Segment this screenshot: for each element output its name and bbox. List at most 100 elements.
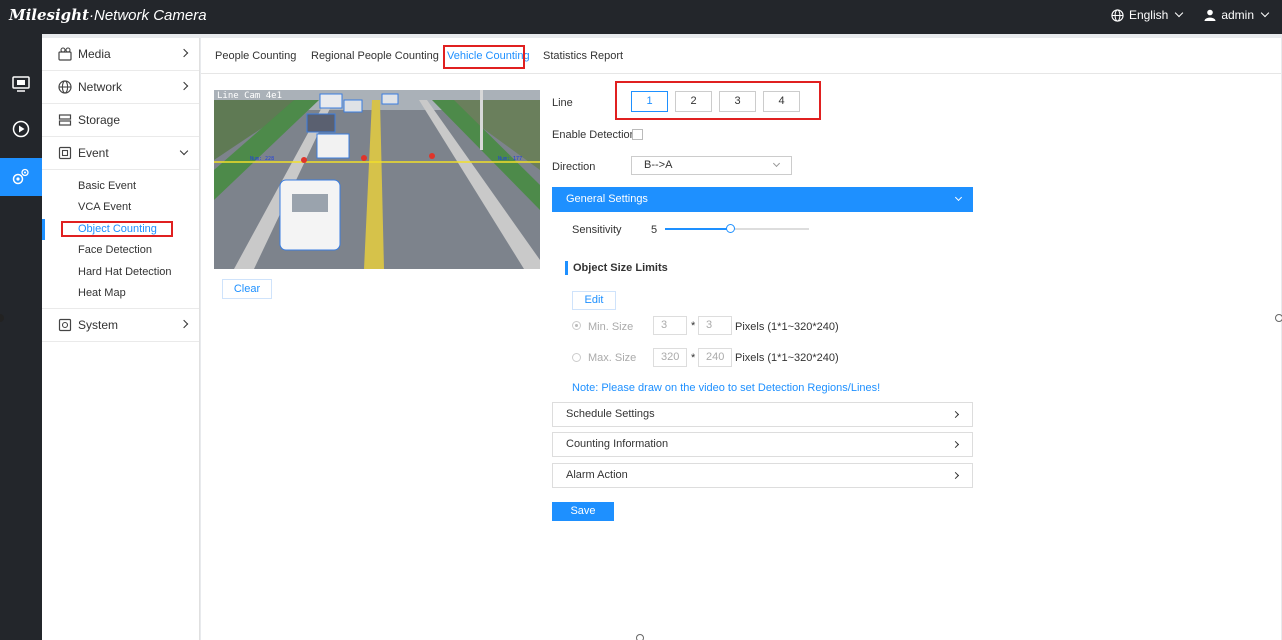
max-size-label: Max. Size [588, 352, 637, 364]
accordion-title: Alarm Action [566, 469, 628, 481]
alarm-action-panel[interactable]: Alarm Action [552, 463, 973, 488]
user-label: admin [1221, 8, 1254, 22]
submenu-item-object-counting[interactable]: Object Counting [42, 218, 199, 241]
line-button-3[interactable]: 3 [719, 91, 756, 112]
slider-fill [665, 228, 730, 230]
sensitivity-slider[interactable] [665, 224, 809, 233]
menu-label: Storage [78, 113, 121, 127]
sensitivity-value: 5 [651, 224, 658, 236]
direction-select[interactable]: B-->A [631, 156, 792, 175]
menu-label: Event [78, 146, 109, 160]
video-overlay-title: Line Cam 4e1 [217, 91, 283, 101]
media-icon [58, 47, 72, 61]
rail-settings[interactable] [0, 158, 42, 196]
top-bar: Milesight·Network Camera English admin [0, 0, 1282, 34]
draw-note: Note: Please draw on the video to set De… [572, 382, 881, 394]
menu-label: System [78, 318, 119, 333]
line-count-right: Num: 177 [498, 156, 523, 162]
accordion-title: Counting Information [566, 438, 669, 450]
edit-button[interactable]: Edit [572, 291, 616, 310]
event-icon [58, 146, 72, 160]
max-size-radio[interactable] [572, 353, 581, 362]
min-size-label: Min. Size [588, 321, 634, 333]
tab-regional-people-counting[interactable]: Regional People Counting [311, 50, 439, 62]
max-height-input[interactable]: 240 [698, 348, 732, 367]
chevron-down-icon [1260, 8, 1270, 18]
video-preview[interactable]: Line Cam 4e1 Num: 228 Num: 177 [214, 90, 540, 269]
menu-item-media[interactable]: Media [42, 38, 199, 71]
chevron-right-icon [951, 471, 960, 480]
line-button-4[interactable]: 4 [763, 91, 800, 112]
menu-item-event[interactable]: Event [42, 137, 199, 170]
storage-icon [58, 113, 72, 127]
chevron-down-icon [179, 146, 189, 156]
menu-item-network[interactable]: Network [42, 71, 199, 104]
chevron-right-icon [951, 440, 960, 449]
chevron-right-icon [179, 320, 189, 329]
general-settings-header[interactable]: General Settings [552, 187, 973, 212]
menu-item-system[interactable]: System [42, 309, 199, 343]
rail-playback[interactable] [0, 110, 42, 148]
line-button-1[interactable]: 1 [631, 91, 668, 112]
times-sign: * [691, 352, 696, 364]
clear-button[interactable]: Clear [222, 279, 272, 299]
times-sign: * [691, 320, 696, 332]
enable-detection-checkbox[interactable] [632, 129, 643, 140]
min-pixels-range: Pixels (1*1~320*240) [735, 321, 839, 333]
object-size-title: Object Size Limits [565, 261, 668, 275]
min-height-input[interactable]: 3 [698, 316, 732, 335]
menu-label: Network [78, 80, 123, 94]
direction-value: B-->A [644, 159, 673, 171]
line-count-left: Num: 228 [250, 156, 275, 162]
tab-statistics-report[interactable]: Statistics Report [543, 50, 623, 62]
schedule-settings-panel[interactable]: Schedule Settings [552, 402, 973, 427]
road-scene [214, 90, 540, 269]
globe-icon [1111, 8, 1124, 22]
chevron-right-icon [179, 81, 189, 91]
tab-bar: People Counting Regional People Counting… [201, 38, 1281, 74]
system-icon [58, 318, 72, 332]
settings-menu: Media Network Storage Event Basic Event … [42, 38, 200, 640]
event-submenu: Basic Event VCA Event Object Counting Fa… [42, 170, 199, 310]
highlight-box [443, 45, 525, 69]
rail-live-view[interactable] [0, 65, 42, 103]
menu-label: Media [78, 47, 111, 61]
playback-icon [12, 120, 30, 138]
line-label: Line [552, 97, 573, 109]
accordion-title: Schedule Settings [566, 408, 655, 420]
language-label: English [1128, 8, 1169, 22]
content-panel: People Counting Regional People Counting… [201, 38, 1281, 640]
icon-rail [0, 34, 42, 640]
user-menu[interactable]: admin [1204, 8, 1270, 22]
line-button-2[interactable]: 2 [675, 91, 712, 112]
brand-logo: Milesight [9, 6, 90, 24]
brand: Milesight·Network Camera [9, 6, 207, 24]
max-width-input[interactable]: 320 [653, 348, 687, 367]
submenu-item-vca-event[interactable]: VCA Event [42, 197, 199, 218]
language-selector[interactable]: English [1111, 8, 1184, 22]
general-settings-title: General Settings [566, 193, 648, 205]
min-size-radio[interactable] [572, 321, 581, 330]
submenu-item-basic-event[interactable]: Basic Event [42, 176, 199, 197]
resize-handle[interactable] [636, 634, 644, 640]
globe-icon [58, 80, 72, 94]
submenu-item-heat-map[interactable]: Heat Map [42, 283, 199, 304]
save-button[interactable]: Save [552, 502, 614, 521]
chevron-down-icon [1175, 8, 1184, 18]
resize-handle[interactable] [1275, 314, 1282, 322]
max-pixels-range: Pixels (1*1~320*240) [735, 352, 839, 364]
chevron-right-icon [951, 410, 960, 419]
counting-information-panel[interactable]: Counting Information [552, 432, 973, 457]
brand-product: ·Network Camera [89, 7, 207, 24]
sensitivity-label: Sensitivity [572, 224, 622, 236]
min-width-input[interactable]: 3 [653, 316, 687, 335]
chevron-right-icon [179, 48, 189, 58]
menu-item-storage[interactable]: Storage [42, 104, 199, 137]
submenu-item-face-detection[interactable]: Face Detection [42, 240, 199, 261]
direction-label: Direction [552, 161, 596, 173]
submenu-item-hard-hat-detection[interactable]: Hard Hat Detection [42, 262, 199, 283]
tab-people-counting[interactable]: People Counting [215, 50, 296, 62]
chevron-down-icon [772, 159, 781, 168]
slider-handle[interactable] [725, 224, 735, 233]
submenu-label: Object Counting [61, 220, 173, 237]
